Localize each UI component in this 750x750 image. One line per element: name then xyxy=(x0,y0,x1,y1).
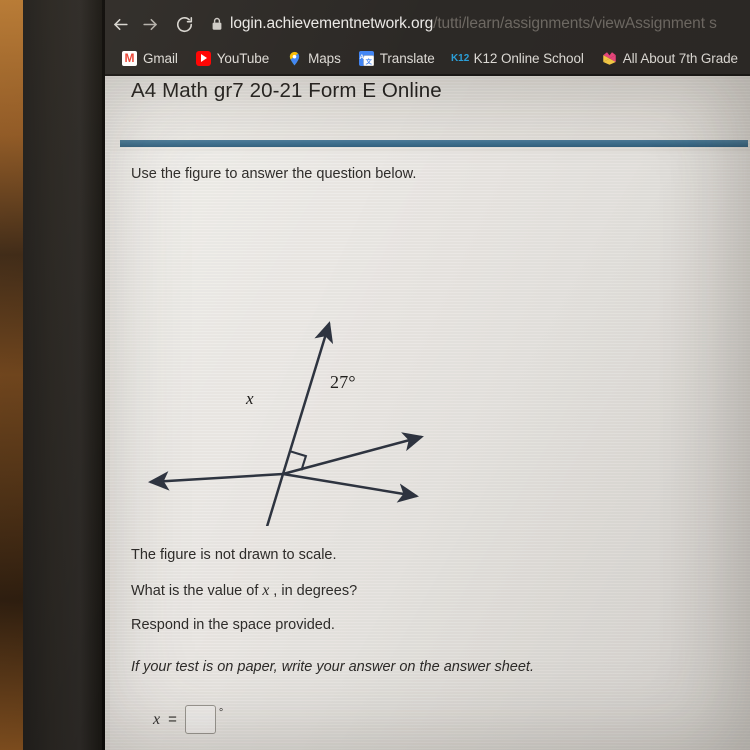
bookmark-k12-online-school[interactable]: K12 K12 Online School xyxy=(444,46,593,70)
not-to-scale-note: The figure is not drawn to scale. xyxy=(131,547,337,563)
bookmark-all-about-7th-grade[interactable]: All About 7th Grade xyxy=(593,46,747,70)
google-translate-icon: A 文 xyxy=(358,50,374,66)
paper-note: If your test is on paper, write your ans… xyxy=(131,659,534,675)
bookmark-label: Gmail xyxy=(143,50,178,66)
question-prefix: What is the value of xyxy=(131,583,263,599)
laptop-bezel xyxy=(23,0,105,750)
respond-instruction: Respond in the space provided. xyxy=(131,617,335,633)
bookmark-maps[interactable]: Maps xyxy=(278,46,350,70)
youtube-icon xyxy=(195,50,211,66)
url-path: /tutti/learn/assignments/viewAssignment … xyxy=(433,15,717,32)
page-title: A4 Math gr7 20-21 Form E Online xyxy=(131,79,442,102)
answer-variable: x xyxy=(153,710,161,728)
browser-chrome: login.achievementnetwork.org/tutti/learn… xyxy=(105,0,750,76)
ray-down xyxy=(265,472,285,526)
bookmark-gmail[interactable]: M Gmail xyxy=(113,46,187,70)
ray-lower-right xyxy=(281,472,419,503)
bookmark-youtube[interactable]: YouTube xyxy=(187,46,278,70)
url-host: login.achievementnetwork.org xyxy=(230,15,434,32)
ray-left xyxy=(148,471,285,491)
answer-input[interactable] xyxy=(184,705,216,734)
desk-background xyxy=(0,0,23,750)
bookmark-label: K12 Online School xyxy=(473,50,584,66)
angle-label-x: x xyxy=(246,389,254,408)
svg-text:A: A xyxy=(359,53,364,60)
maps-pin-icon xyxy=(287,51,302,66)
back-arrow-icon[interactable] xyxy=(105,11,135,37)
geometry-figure xyxy=(115,216,445,526)
question-suffix: , in degrees? xyxy=(269,583,358,599)
question-text: What is the value of x , in degrees? xyxy=(131,582,357,600)
ray-up xyxy=(281,321,334,476)
bookmark-translate[interactable]: A 文 Translate xyxy=(350,46,444,70)
screenshot-root: login.achievementnetwork.org/tutti/learn… xyxy=(0,0,750,750)
url-text: login.achievementnetwork.org/tutti/learn… xyxy=(230,11,717,37)
bookmark-label: All About 7th Grade xyxy=(622,50,738,66)
reload-icon[interactable] xyxy=(169,11,199,37)
accent-divider xyxy=(120,140,748,147)
answer-row: x = ° xyxy=(153,705,223,734)
browser-toolbar: login.achievementnetwork.org/tutti/learn… xyxy=(105,10,750,38)
all-about-7th-grade-icon xyxy=(602,51,617,66)
angle-label-27: 27° xyxy=(330,372,356,392)
lock-icon xyxy=(211,17,223,31)
gmail-icon: M xyxy=(122,50,137,66)
k12-icon: K12 xyxy=(450,52,470,64)
address-bar[interactable]: login.achievementnetwork.org/tutti/learn… xyxy=(211,11,750,37)
bookmark-label: Maps xyxy=(308,50,341,66)
degree-symbol: ° xyxy=(218,707,224,719)
answer-equals: = xyxy=(168,711,177,728)
question-intro: Use the figure to answer the question be… xyxy=(131,166,417,182)
laptop-screen: login.achievementnetwork.org/tutti/learn… xyxy=(105,0,750,750)
assignment-page: A4 Math gr7 20-21 Form E Online Use the … xyxy=(105,76,750,750)
bookmarks-bar: M Gmail YouTube Maps A 文 Translate K12 K… xyxy=(105,44,750,72)
forward-arrow-icon[interactable] xyxy=(135,11,165,37)
bookmark-label: YouTube xyxy=(216,50,270,66)
bookmark-label: Translate xyxy=(379,50,435,66)
